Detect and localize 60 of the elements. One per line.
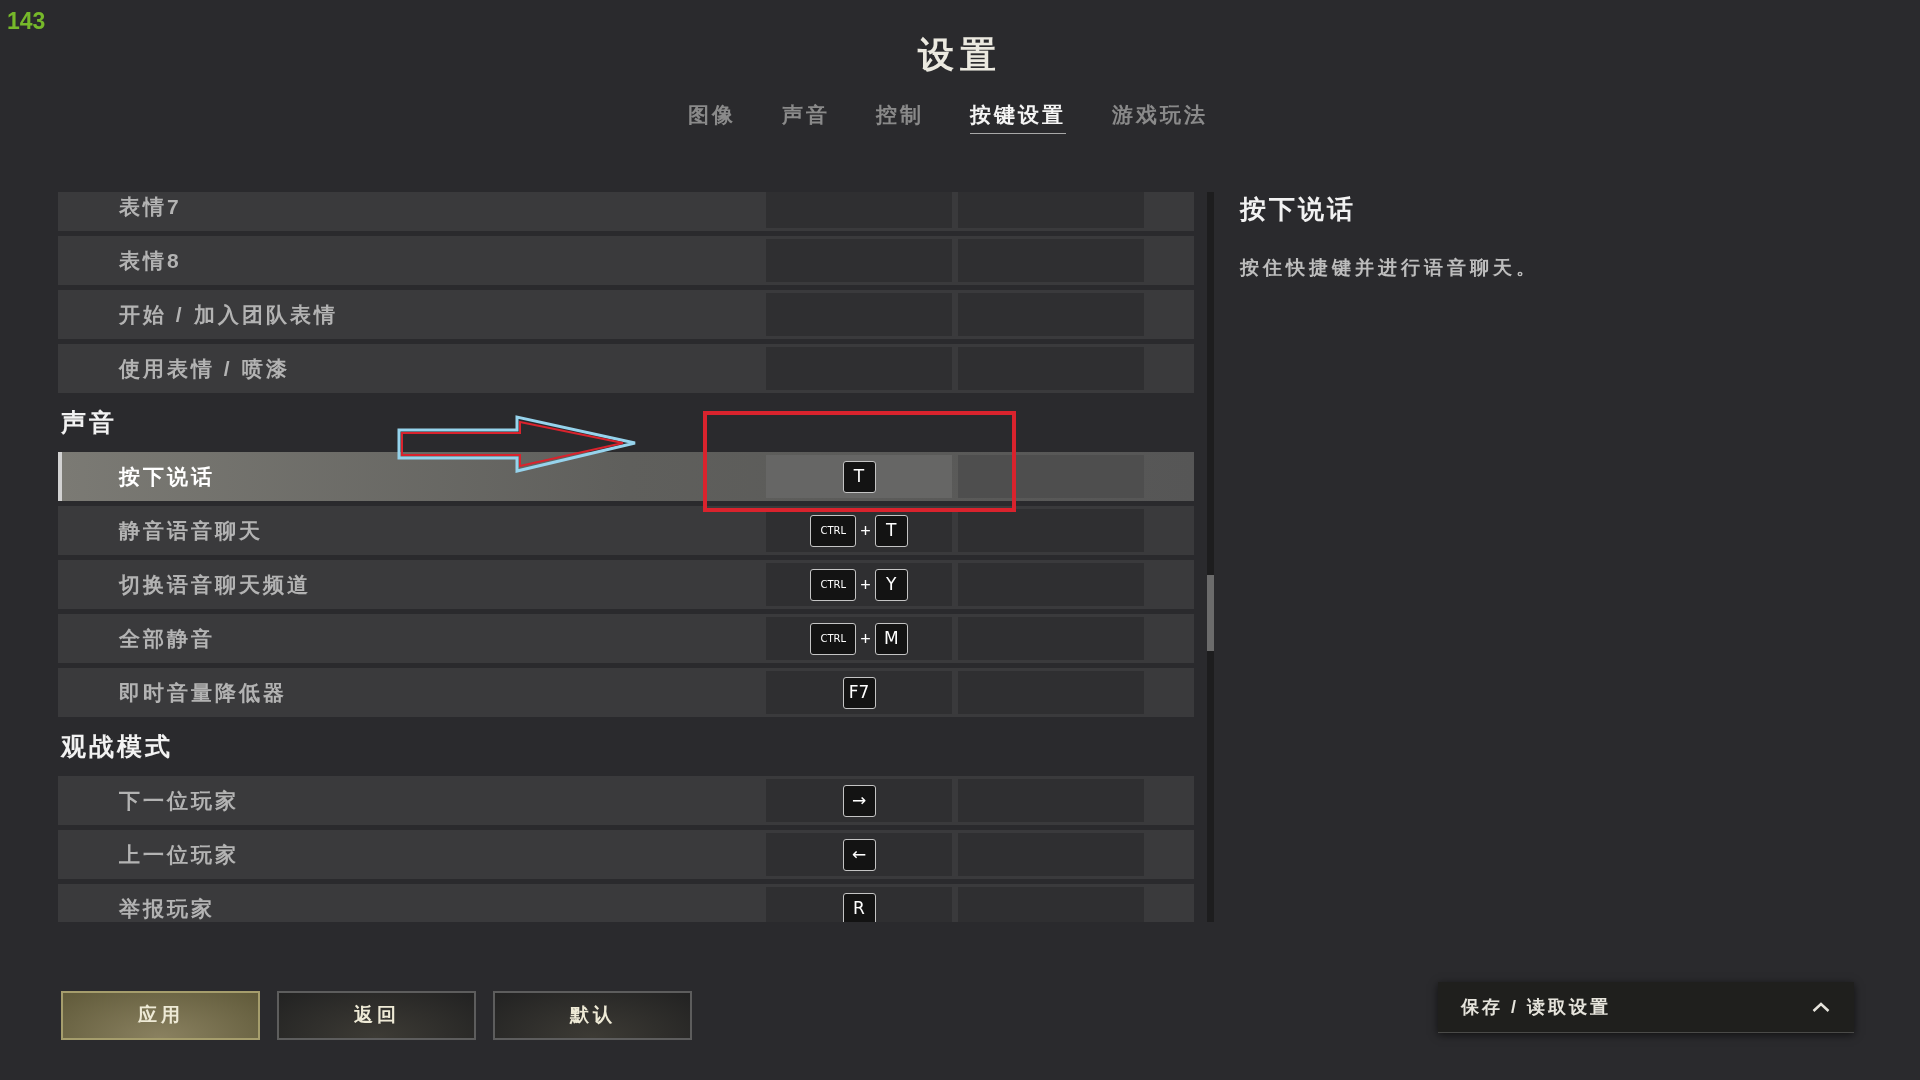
keybinding-row[interactable]: 静音语音聊天 CTRL + T: [58, 506, 1194, 555]
action-label: 上一位玩家: [119, 841, 240, 868]
key-slot[interactable]: R: [766, 887, 952, 922]
keybinding-row[interactable]: 举报玩家 R: [58, 884, 1194, 922]
action-label: 表情8: [119, 247, 183, 274]
keybinding-row[interactable]: 按下说话 T: [58, 452, 1194, 501]
back-button[interactable]: 返回: [277, 991, 476, 1040]
tab[interactable]: 声音: [782, 100, 830, 134]
scrollbar-thumb[interactable]: [1207, 575, 1214, 651]
key-slot[interactable]: T: [766, 455, 952, 498]
key-cap: CTRL: [810, 568, 857, 601]
key-cap: T: [842, 460, 876, 493]
action-label: 开始 / 加入团队表情: [119, 301, 339, 328]
page-title: 设置: [918, 33, 1002, 77]
plus-sign: +: [859, 521, 872, 540]
action-label: 切换语音聊天频道: [119, 571, 312, 598]
key-slot[interactable]: →: [766, 779, 952, 822]
keybinding-row[interactable]: 下一位玩家 →: [58, 776, 1194, 825]
tab[interactable]: 按键设置: [970, 100, 1066, 134]
key-slot[interactable]: F7: [766, 671, 952, 714]
key-cap: M: [874, 622, 908, 655]
key-slot[interactable]: CTRL + M: [766, 617, 952, 660]
key-cap: F7: [842, 676, 876, 709]
key-cap: Y: [874, 568, 908, 601]
apply-button[interactable]: 应用: [61, 991, 260, 1040]
action-label: 全部静音: [119, 625, 216, 652]
fps-counter: 143: [7, 7, 46, 36]
action-label: 使用表情 / 喷漆: [119, 355, 291, 382]
key-slot[interactable]: [958, 455, 1144, 498]
key-cap: ←: [842, 838, 876, 871]
action-label: 按下说话: [119, 463, 216, 490]
preset-dropdown[interactable]: 保存 / 读取设置: [1438, 982, 1854, 1033]
key-cap: CTRL: [810, 622, 857, 655]
key-cap: CTRL: [810, 514, 857, 547]
key-cap: T: [874, 514, 908, 547]
key-cap: R: [842, 892, 876, 922]
section-header: 观战模式: [61, 730, 173, 762]
key-cap: →: [842, 784, 876, 817]
action-label: 下一位玩家: [119, 787, 240, 814]
tab[interactable]: 游戏玩法: [1112, 100, 1208, 134]
plus-sign: +: [859, 575, 872, 594]
detail-title: 按下说话: [1240, 193, 1357, 226]
key-slot[interactable]: ←: [766, 833, 952, 876]
key-slot[interactable]: CTRL + Y: [766, 563, 952, 606]
keybinding-row[interactable]: 切换语音聊天频道 CTRL + Y: [58, 560, 1194, 609]
plus-sign: +: [859, 629, 872, 648]
keybinding-row[interactable]: 全部静音 CTRL + M: [58, 614, 1194, 663]
action-label: 静音语音聊天: [119, 517, 264, 544]
keybinding-row[interactable]: 上一位玩家 ←: [58, 830, 1194, 879]
action-label: 举报玩家: [119, 895, 216, 922]
detail-description: 按住快捷键并进行语音聊天。: [1240, 256, 1539, 280]
tab[interactable]: 图像: [688, 100, 736, 134]
key-slot[interactable]: [958, 509, 1144, 552]
tab[interactable]: 控制: [876, 100, 924, 134]
action-label: 表情7: [119, 193, 183, 220]
action-label: 即时音量降低器: [119, 679, 288, 706]
section-header: 声音: [61, 406, 117, 438]
keybinding-row[interactable]: 即时音量降低器 F7: [58, 668, 1194, 717]
default-button[interactable]: 默认: [493, 991, 692, 1040]
key-slot[interactable]: CTRL + T: [766, 509, 952, 552]
